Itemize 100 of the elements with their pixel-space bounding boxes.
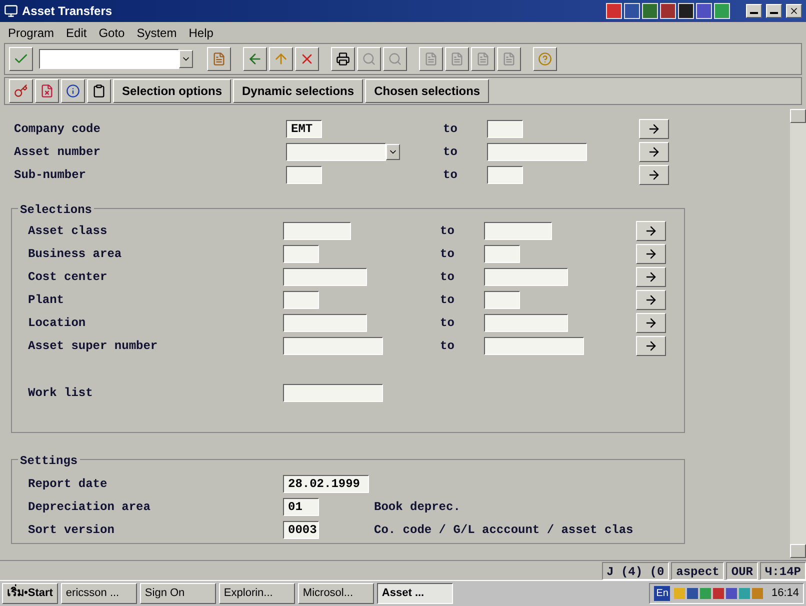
menu-item[interactable]: Help bbox=[188, 24, 214, 42]
taskbar-button[interactable]: ericsson ... bbox=[60, 583, 137, 604]
page-button[interactable] bbox=[419, 47, 443, 71]
input-field[interactable] bbox=[487, 120, 523, 138]
dropdown-button[interactable] bbox=[386, 144, 400, 160]
input-field[interactable]: 01 bbox=[283, 498, 319, 516]
app-icon[interactable] bbox=[678, 3, 694, 19]
arrow-icon bbox=[644, 292, 658, 306]
taskbar-button[interactable]: Asset ... bbox=[376, 583, 453, 604]
input-field[interactable] bbox=[286, 142, 386, 160]
input-field[interactable] bbox=[487, 166, 523, 184]
info-button[interactable] bbox=[61, 79, 85, 103]
cancel-button[interactable] bbox=[295, 47, 319, 71]
page-icon bbox=[502, 52, 516, 66]
save-button[interactable] bbox=[207, 47, 231, 71]
to-label: to bbox=[443, 120, 458, 138]
variant-button[interactable] bbox=[87, 79, 111, 103]
page-button[interactable] bbox=[445, 47, 469, 71]
scrollbar[interactable] bbox=[790, 109, 806, 558]
field-label: Depreciation area bbox=[27, 498, 152, 516]
input-field[interactable] bbox=[286, 166, 322, 184]
multiple-selection-button[interactable] bbox=[639, 164, 669, 184]
document-icon bbox=[40, 84, 54, 98]
maximize-button[interactable] bbox=[766, 4, 782, 18]
find-next-button[interactable] bbox=[383, 47, 407, 71]
info-icon bbox=[66, 84, 80, 98]
close-icon bbox=[789, 6, 799, 16]
back-button[interactable] bbox=[243, 47, 267, 71]
input-field[interactable] bbox=[487, 142, 587, 160]
input-field[interactable]: 0003 bbox=[283, 520, 319, 538]
multiple-selection-button[interactable] bbox=[636, 220, 666, 240]
input-field[interactable] bbox=[283, 244, 319, 262]
search-icon bbox=[388, 52, 402, 66]
to-label: to bbox=[440, 246, 456, 262]
input-field[interactable] bbox=[283, 384, 383, 402]
app-icon[interactable] bbox=[660, 3, 676, 19]
language-indicator[interactable]: En bbox=[654, 586, 670, 601]
to-label: to bbox=[440, 314, 456, 332]
tray-icon[interactable] bbox=[726, 588, 738, 599]
execute-button[interactable] bbox=[9, 79, 33, 103]
taskbar-button[interactable]: Explorin... bbox=[218, 583, 295, 604]
input-field[interactable] bbox=[283, 222, 351, 240]
multiple-selection-button[interactable] bbox=[639, 118, 669, 138]
multiple-selection-button[interactable] bbox=[636, 266, 666, 286]
input-field[interactable]: 28.02.1999 bbox=[283, 474, 369, 492]
field-label: Asset class bbox=[27, 222, 108, 240]
arrow-icon bbox=[644, 338, 658, 352]
input-field[interactable] bbox=[484, 290, 520, 308]
multiple-selection-button[interactable] bbox=[636, 244, 666, 264]
help-button[interactable] bbox=[533, 47, 557, 71]
clipboard-icon bbox=[92, 84, 106, 98]
menu-item[interactable]: Program bbox=[8, 24, 54, 42]
field-label: Plant bbox=[27, 292, 66, 308]
dropdown-button[interactable] bbox=[179, 50, 193, 68]
arrow-icon bbox=[644, 270, 658, 284]
toolbar-button[interactable]: Dynamic selections bbox=[233, 79, 364, 103]
arrow-icon bbox=[647, 168, 661, 182]
search-icon bbox=[362, 52, 376, 66]
minimize-button[interactable] bbox=[746, 4, 762, 18]
input-field[interactable] bbox=[484, 244, 520, 262]
toolbar-button[interactable]: Chosen selections bbox=[365, 79, 490, 103]
app-icon[interactable] bbox=[624, 3, 640, 19]
field-label: Sort version bbox=[27, 522, 116, 538]
multiple-selection-button[interactable] bbox=[636, 336, 666, 356]
to-label: to bbox=[440, 222, 456, 240]
print-button[interactable] bbox=[331, 47, 355, 71]
find-button[interactable] bbox=[357, 47, 381, 71]
document-icon bbox=[212, 52, 226, 66]
exit-button[interactable] bbox=[269, 47, 293, 71]
toolbar-button[interactable]: Selection options bbox=[113, 79, 232, 103]
page-button[interactable] bbox=[497, 47, 521, 71]
start-button[interactable]: เริ่ม•Start bbox=[2, 583, 58, 604]
input-field[interactable] bbox=[283, 268, 367, 286]
field-label: Asset super number bbox=[27, 338, 159, 354]
multiple-selection-button[interactable] bbox=[639, 142, 669, 162]
input-field[interactable] bbox=[484, 222, 552, 240]
delete-button[interactable] bbox=[35, 79, 59, 103]
input-field[interactable] bbox=[283, 290, 319, 308]
window-icon bbox=[4, 4, 18, 18]
page-icon bbox=[476, 52, 490, 66]
field-label: Location bbox=[27, 314, 87, 332]
input-field[interactable] bbox=[283, 336, 383, 354]
page-button[interactable] bbox=[471, 47, 495, 71]
tray-icon[interactable] bbox=[687, 588, 698, 599]
menu-item[interactable]: Edit bbox=[66, 24, 87, 42]
menu-item[interactable]: Goto bbox=[98, 24, 125, 42]
command-field[interactable] bbox=[39, 49, 179, 69]
enter-button[interactable] bbox=[9, 47, 33, 71]
input-field[interactable]: EMT bbox=[286, 120, 322, 138]
input-field[interactable] bbox=[484, 336, 584, 354]
multiple-selection-button[interactable] bbox=[636, 312, 666, 332]
taskbar-button[interactable]: Sign On bbox=[140, 583, 216, 604]
close-button[interactable] bbox=[786, 4, 802, 18]
taskbar-button[interactable]: Microsol... bbox=[298, 583, 374, 604]
multiple-selection-button[interactable] bbox=[636, 290, 666, 310]
input-field[interactable] bbox=[283, 314, 367, 332]
menu-item[interactable]: System bbox=[136, 24, 177, 42]
input-field[interactable] bbox=[484, 314, 568, 332]
input-field[interactable] bbox=[484, 268, 568, 286]
tray-icon[interactable] bbox=[713, 588, 724, 599]
